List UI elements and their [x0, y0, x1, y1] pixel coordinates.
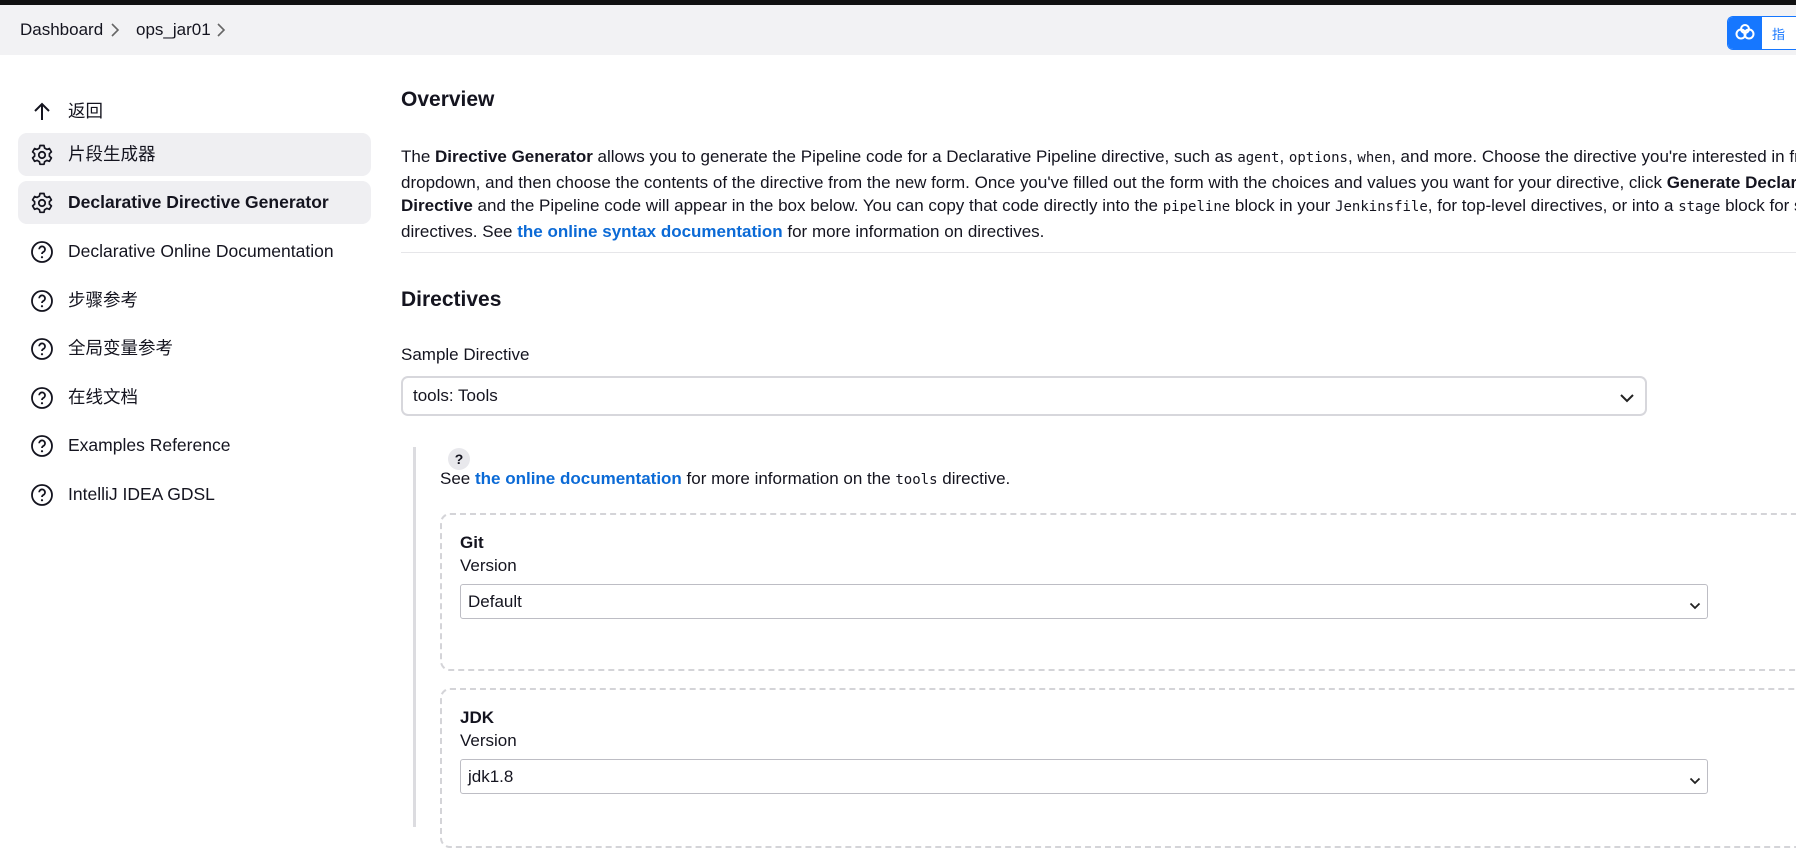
breadcrumb-dashboard[interactable]: Dashboard — [20, 5, 103, 55]
sidebar-item-global-variables[interactable]: 全局变量参考 — [18, 327, 371, 370]
git-version-select[interactable]: Default — [460, 584, 1708, 619]
directives-heading: Directives — [401, 288, 502, 311]
sample-directive-select[interactable]: tools: Tools — [401, 376, 1647, 416]
code-when: when — [1357, 150, 1392, 166]
sidebar-item-label: 片段生成器 — [68, 144, 156, 164]
overview-description: The Directive Generator allows you to ge… — [401, 145, 1796, 243]
tools-hint: See the online documentation for more in… — [440, 469, 1011, 488]
help-button[interactable]: ? — [448, 448, 470, 470]
sidebar-item-declarative-online-documentation[interactable]: Declarative Online Documentation — [18, 230, 371, 273]
sidebar-item-label: IntelliJ IDEA GDSL — [68, 484, 215, 504]
version-label: Version — [460, 731, 517, 750]
syntax-documentation-link[interactable]: the online syntax documentation — [517, 222, 782, 241]
overview-line-4: directives. See the online syntax docume… — [401, 221, 1045, 241]
tools-directive-block: ? See the online documentation for more … — [413, 447, 1796, 848]
sidebar-item-declarative-directive-generator[interactable]: Declarative Directive Generator — [18, 181, 371, 224]
jdk-version-select[interactable]: jdk1.8 — [460, 759, 1708, 794]
help-circle-icon — [30, 386, 54, 410]
tool-name: JDK — [460, 708, 495, 727]
sample-directive-value: tools: Tools — [413, 386, 498, 405]
version-label: Version — [460, 556, 517, 575]
chevron-down-icon — [1689, 596, 1701, 616]
sidebar-item-back[interactable]: 返回 — [18, 90, 371, 133]
help-circle-icon — [30, 434, 54, 458]
gear-icon — [30, 143, 54, 167]
sidebar-item-label: Examples Reference — [68, 435, 231, 455]
code-agent: agent — [1237, 150, 1280, 166]
overview-line-3: Directive and the Pipeline code will app… — [401, 196, 1796, 215]
section-divider — [401, 252, 1796, 253]
sidebar-item-intellij-gdsl[interactable]: IntelliJ IDEA GDSL — [18, 473, 371, 516]
code-jenkinsfile: Jenkinsfile — [1335, 199, 1428, 215]
overview-line-2: dropdown, and then choose the contents o… — [401, 172, 1796, 192]
code-stage: stage — [1678, 199, 1721, 215]
sidebar-item-label: Declarative Online Documentation — [68, 241, 334, 261]
jdk-version-value: jdk1.8 — [468, 767, 514, 786]
online-documentation-link[interactable]: the online documentation — [475, 469, 682, 488]
code-options: options — [1288, 150, 1348, 166]
tool-jdk-panel: JDK Version jdk1.8 — [440, 688, 1796, 848]
help-circle-icon — [30, 240, 54, 264]
code-tools: tools — [895, 472, 938, 488]
sidebar-item-label: 全局变量参考 — [68, 338, 173, 358]
overview-heading: Overview — [401, 88, 495, 111]
chevron-down-icon — [1689, 771, 1701, 791]
sample-directive-label: Sample Directive — [401, 345, 530, 364]
chevron-right-icon — [108, 22, 122, 38]
code-pipeline: pipeline — [1162, 199, 1231, 215]
sidebar-item-label: Declarative Directive Generator — [68, 192, 329, 212]
chevron-down-icon — [1619, 389, 1635, 409]
help-circle-icon — [30, 483, 54, 507]
sidebar-item-snippet-generator[interactable]: 片段生成器 — [18, 133, 371, 176]
overview-line-1: The Directive Generator allows you to ge… — [401, 147, 1796, 166]
sidebar-item-label: 在线文档 — [68, 387, 138, 407]
gear-icon — [30, 191, 54, 215]
breadcrumb-job[interactable]: ops_jar01 — [136, 5, 211, 55]
main-content: Overview The Directive Generator allows … — [401, 0, 1796, 848]
sidebar-item-online-docs[interactable]: 在线文档 — [18, 376, 371, 419]
sidebar-item-label: 步骤参考 — [68, 290, 138, 310]
chevron-right-icon[interactable] — [214, 22, 228, 38]
sidebar-item-label: 返回 — [68, 101, 103, 121]
help-circle-icon — [30, 337, 54, 361]
sidebar-item-examples-reference[interactable]: Examples Reference — [18, 424, 371, 467]
tool-name: Git — [460, 533, 484, 552]
help-circle-icon — [30, 289, 54, 313]
git-version-value: Default — [468, 592, 522, 611]
arrow-up-icon — [30, 100, 54, 124]
sidebar-item-step-reference[interactable]: 步骤参考 — [18, 279, 371, 322]
tool-git-panel: Git Version Default — [440, 513, 1796, 671]
